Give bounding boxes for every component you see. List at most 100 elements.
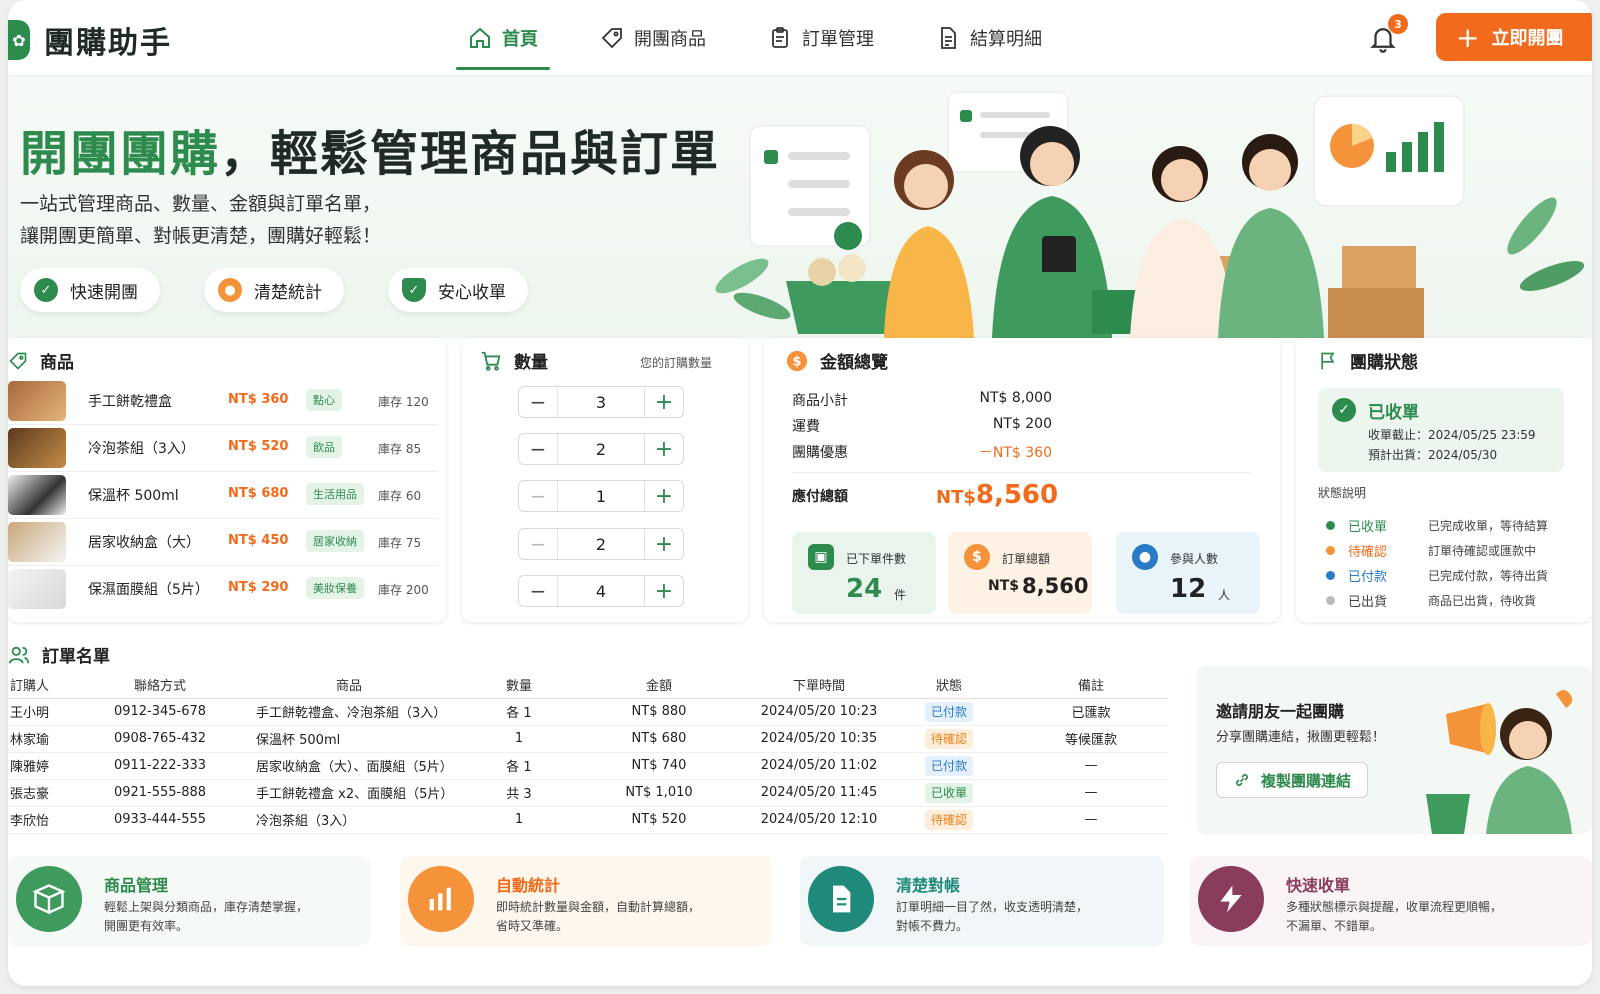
quantity-value[interactable]: 1 <box>557 481 645 511</box>
increment-button[interactable]: + <box>645 481 683 511</box>
cell-amount: NT$ 680 <box>564 725 754 753</box>
column-header[interactable]: 聯絡方式 <box>96 672 224 699</box>
product-price: NT$ 450 <box>228 533 289 548</box>
total-label: 應付總額 <box>792 489 848 505</box>
chip-label: 安心收單 <box>438 282 506 303</box>
product-row[interactable]: 手工餅乾禮盒 NT$ 360 點心 庫存 120 <box>8 378 438 425</box>
product-stock: 庫存 200 <box>378 583 429 597</box>
table-row[interactable]: 張志豪 0921-555-888 手工餅乾禮盒 x2、面膜組（5片） 共 3 N… <box>8 779 1168 807</box>
cell-contact: 0933-444-555 <box>96 806 224 834</box>
increment-button[interactable]: + <box>645 529 683 559</box>
product-image <box>8 381 66 421</box>
megaphone-illustration <box>1426 690 1573 834</box>
feature-desc-line: 即時統計數量與金額，自動計算總額， <box>496 900 701 914</box>
cell-contact: 0908-765-432 <box>96 725 224 753</box>
table-row[interactable]: 林家瑜 0908-765-432 保溫杯 500ml 1 NT$ 680 202… <box>8 725 1168 753</box>
plus-icon: + <box>1456 20 1480 54</box>
table-row[interactable]: 李欣怡 0933-444-555 冷泡茶組（3入） 1 NT$ 520 2024… <box>8 806 1168 834</box>
app-logo[interactable]: ✿ 團購助手 <box>8 18 172 62</box>
column-header[interactable]: 金額 <box>564 672 754 699</box>
cell-buyer: 王小明 <box>8 698 96 726</box>
products-header: 商品 <box>8 348 74 373</box>
hero-title-rest: ，輕鬆管理商品與訂單 <box>220 126 721 182</box>
check-circle-icon: ✓ <box>34 278 58 302</box>
cell-amount: NT$ 1,010 <box>564 779 754 807</box>
chip-label: 清楚統計 <box>254 282 322 303</box>
legend-desc: 商品已出貨，待收貨 <box>1428 594 1537 608</box>
product-stock: 庫存 120 <box>378 395 429 409</box>
stat-label: 已下單件數 <box>846 552 907 566</box>
table-row[interactable]: 王小明 0912-345-678 手工餅乾禮盒、冷泡茶組（3入） 各 1 NT$… <box>8 698 1168 726</box>
bar-chart-icon <box>408 866 474 932</box>
cell-items: 手工餅乾禮盒 x2、面膜組（5片） <box>224 779 474 807</box>
cell-amount: NT$ 880 <box>564 698 754 726</box>
cell-time: 2024/05/20 12:10 <box>754 806 884 834</box>
product-row[interactable]: 保濕面膜組（5片） NT$ 290 美妝保養 庫存 200 <box>8 566 438 613</box>
product-stock: 庫存 85 <box>378 442 422 456</box>
product-row[interactable]: 冷泡茶組（3入） NT$ 520 飲品 庫存 85 <box>8 425 438 472</box>
copy-link-button[interactable]: 複製團購連結 <box>1216 762 1368 798</box>
quantity-stepper: − 1 + <box>518 480 684 512</box>
table-row[interactable]: 陳雅婷 0911-222-333 居家收納盒（大）、面膜組（5片） 各 1 NT… <box>8 752 1168 780</box>
document-icon <box>941 27 956 49</box>
increment-button[interactable]: + <box>645 387 683 417</box>
start-group-buy-button[interactable]: + 立即開團 <box>1436 13 1592 61</box>
increment-button[interactable]: + <box>645 434 683 464</box>
legend-desc: 已完成收單，等待結算 <box>1428 519 1549 533</box>
summary-divider <box>792 472 1252 473</box>
feature-title: 快速收單 <box>1286 876 1351 895</box>
decrement-button[interactable]: − <box>519 529 557 559</box>
cell-qty: 1 <box>474 725 564 753</box>
products-title: 商品 <box>40 353 74 373</box>
column-header[interactable]: 備註 <box>1014 672 1168 699</box>
legend-name: 已付款 <box>1348 570 1388 585</box>
quantity-value[interactable]: 2 <box>557 434 645 464</box>
nav-settlement[interactable]: 結算明細 <box>924 0 1054 76</box>
column-header[interactable]: 商品 <box>224 672 474 699</box>
quantity-value[interactable]: 2 <box>557 529 645 559</box>
column-header[interactable]: 數量 <box>474 672 564 699</box>
legend-desc: 已完成付款，等待出貨 <box>1428 569 1549 583</box>
decrement-button[interactable]: − <box>519 481 557 511</box>
column-header[interactable]: 狀態 <box>884 672 1014 699</box>
stat-participants: ● 參與人數 12 人 <box>1116 532 1260 614</box>
column-header[interactable]: 訂購人 <box>8 672 96 699</box>
feature-desc: 多種狀態標示與提醒，收單流程更順暢， 不漏單、不錯單。 <box>1286 898 1576 936</box>
subtotal-row: 商品小計 NT$ 8,000 <box>792 390 1052 410</box>
discount-label: 團購優惠 <box>792 445 848 461</box>
feature-title: 自動統計 <box>496 876 561 895</box>
summary-header: $ 金額總覽 <box>786 348 888 373</box>
group-status-card: 團購狀態 ✓ 已收單 收單截止：2024/05/25 23:59 預計出貨：20… <box>1296 338 1592 622</box>
copy-link-label: 複製團購連結 <box>1260 771 1351 790</box>
increment-button[interactable]: + <box>645 576 683 606</box>
nav-settlement-label: 結算明細 <box>970 29 1042 50</box>
decrement-button[interactable]: − <box>519 387 557 417</box>
nav-orders[interactable]: 訂單管理 <box>756 0 886 76</box>
cell-buyer: 張志豪 <box>8 779 96 807</box>
home-icon <box>470 27 490 48</box>
product-row[interactable]: 保溫杯 500ml NT$ 680 生活用品 庫存 60 <box>8 472 438 519</box>
decrement-button[interactable]: − <box>519 576 557 606</box>
legend-name: 已收單 <box>1348 520 1388 535</box>
legend-name: 待確認 <box>1348 545 1388 560</box>
nav-products[interactable]: 開團商品 <box>588 0 718 76</box>
status-dot <box>1326 521 1335 530</box>
quantity-value[interactable]: 3 <box>557 387 645 417</box>
nav-home[interactable]: 首頁 <box>456 0 550 76</box>
legend-name: 已出貨 <box>1348 595 1388 610</box>
cell-status: 待確認 <box>884 725 1014 753</box>
discount-row: 團購優惠 －NT$ 360 <box>792 442 1052 462</box>
top-header: ✿ 團購助手 首頁 開團商品 訂單管理 結算明細 3 + 立即開團 <box>8 0 1592 76</box>
column-header[interactable]: 下單時間 <box>754 672 884 699</box>
decrement-button[interactable]: − <box>519 434 557 464</box>
quantity-value[interactable]: 4 <box>557 576 645 606</box>
clipboard-icon <box>772 27 788 48</box>
product-row[interactable]: 居家收納盒（大） NT$ 450 居家收納 庫存 75 <box>8 519 438 566</box>
hero-subtitle-line2: 讓開團更簡單、對帳更清楚，團購好輕鬆！ <box>20 225 382 247</box>
notification-count: 3 <box>1388 14 1408 34</box>
product-stock: 庫存 60 <box>378 489 422 503</box>
orders-header: 訂單名單 <box>8 642 110 667</box>
current-status: 已收單 <box>1368 403 1419 423</box>
notification-button[interactable]: 3 <box>1368 14 1408 54</box>
box-icon <box>16 866 82 932</box>
